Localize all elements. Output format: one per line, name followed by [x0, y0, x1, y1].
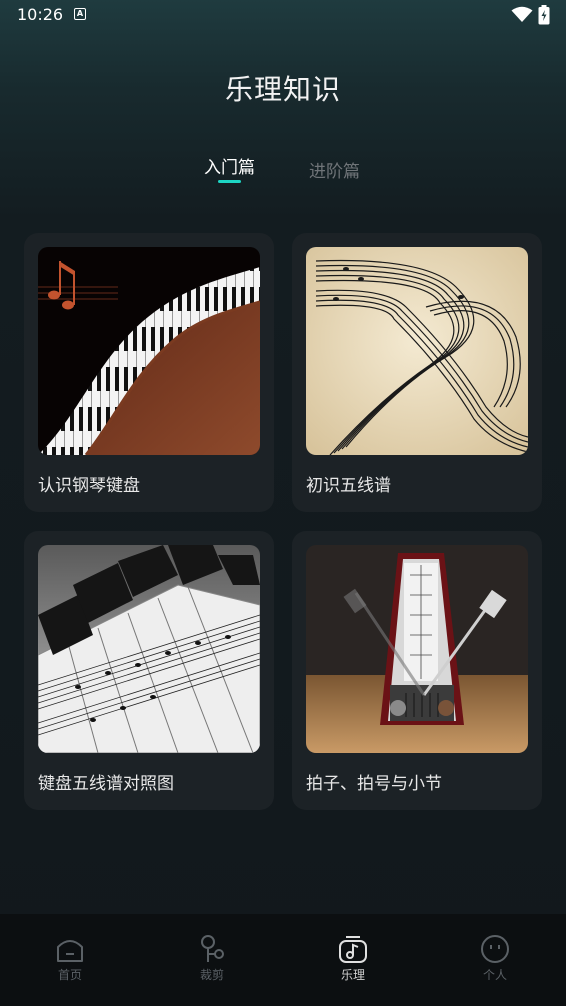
keyboard-staff-chart-image: [38, 545, 260, 753]
tab-advanced[interactable]: 进阶篇: [309, 157, 360, 182]
status-bar: 10:26 A: [0, 0, 566, 30]
status-time: 10:26: [17, 5, 64, 24]
nav-label: 个人: [482, 968, 507, 982]
scissors-icon: [201, 935, 224, 962]
card-label: 认识钢琴键盘: [38, 476, 140, 496]
home-icon: [57, 940, 83, 962]
wifi-icon: [511, 6, 533, 22]
tab-basic[interactable]: 入门篇: [204, 153, 255, 178]
card-label: 拍子、拍号与小节: [306, 774, 442, 794]
nav-label: 首页: [57, 968, 82, 982]
lesson-card-metronome[interactable]: 拍子、拍号与小节: [292, 531, 542, 810]
piano-keyboard-image: [38, 247, 260, 455]
lesson-card-keyboard-staff-chart[interactable]: 键盘五线谱对照图: [24, 531, 274, 810]
card-label: 键盘五线谱对照图: [38, 774, 174, 794]
nav-label: 裁剪: [199, 968, 224, 982]
lesson-card-staff-notation[interactable]: 初识五线谱: [292, 233, 542, 512]
bottom-nav: 首页 裁剪 乐理 个人: [0, 914, 566, 1006]
nav-label: 乐理: [340, 968, 365, 982]
notification-icon: A: [74, 8, 86, 20]
lesson-card-piano-keyboard[interactable]: 认识钢琴键盘: [24, 233, 274, 512]
active-tab-indicator: [218, 180, 241, 183]
nav-item-edit[interactable]: 裁剪: [172, 934, 252, 983]
staff-notation-image: [306, 247, 528, 455]
tab-bar: 入门篇 进阶篇: [0, 150, 566, 190]
metronome-image: [306, 545, 528, 753]
nav-item-theory[interactable]: 乐理: [313, 934, 393, 983]
page-title: 乐理知识: [224, 73, 341, 106]
music-note-icon: [339, 936, 367, 963]
battery-icon: [538, 5, 550, 25]
nav-item-profile[interactable]: 个人: [455, 934, 535, 983]
card-label: 初识五线谱: [306, 476, 391, 496]
nav-item-home[interactable]: 首页: [30, 934, 110, 983]
smiley-face-icon: [481, 935, 509, 963]
